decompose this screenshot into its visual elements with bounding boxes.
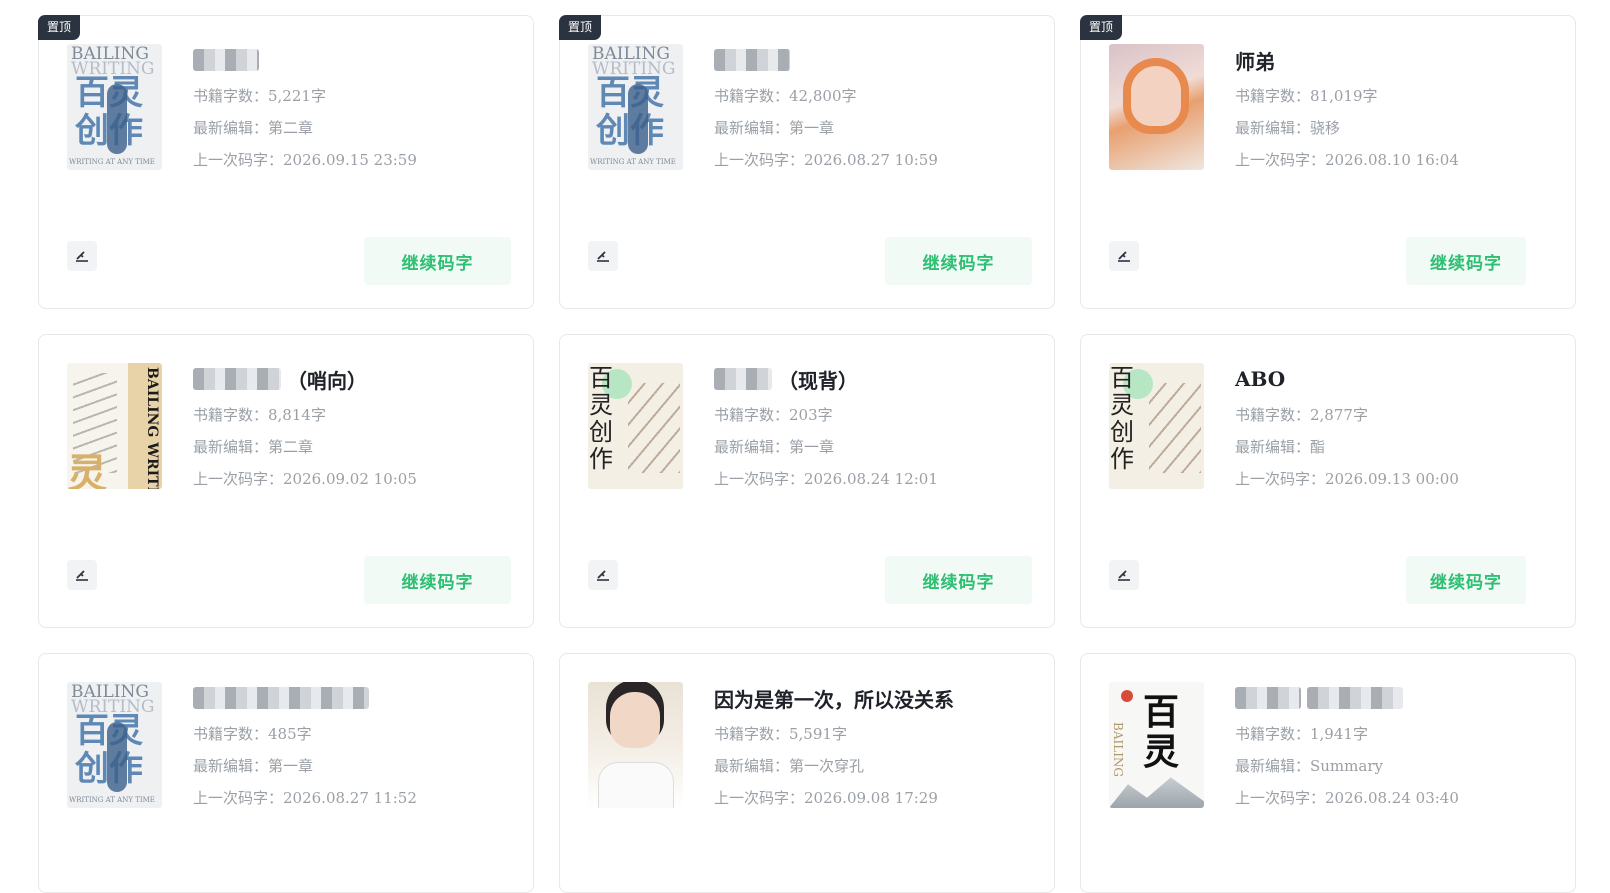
person-portrait-icon [610,692,660,748]
plum-branch-icon [628,383,680,473]
book-card[interactable]: BAILING WRITING 灵 （哨向） 书籍字数：8,814字 最新编辑：… [38,334,534,628]
word-count: 书籍字数：5,221字 [193,87,326,105]
latest-edit: 最新编辑：第二章 [193,438,314,456]
book-cover[interactable] [588,682,683,808]
latest-edit: 最新编辑：酯 [1235,438,1326,456]
word-count: 书籍字数：1,941字 [1235,725,1368,743]
book-card[interactable]: BAILING WRITING 百灵创作 WRITING AT ANY TIME… [38,653,534,893]
book-card[interactable]: 百灵创作 （现背） 书籍字数：203字 最新编辑：第一章 上一次码字：2026.… [559,334,1055,628]
book-card[interactable]: 因为是第一次，所以没关系 书籍字数：5,591字 最新编辑：第一次穿孔 上一次码… [559,653,1055,893]
book-cover[interactable]: 百灵 BAILING [1109,682,1204,808]
last-write-time: 上一次码字：2026.09.02 10:05 [193,470,417,488]
last-write-time: 上一次码字：2026.08.10 16:04 [1235,151,1459,169]
book-title[interactable]: ABO [1235,365,1285,393]
word-count: 书籍字数：42,800字 [714,87,857,105]
bird-icon [107,722,127,792]
last-write-time: 上一次码字：2026.08.24 03:40 [1235,789,1459,807]
book-cover[interactable]: 百灵创作 [588,363,683,489]
cover-title-cn: 百灵创作 [589,364,613,473]
mountain-icon [1109,777,1204,808]
latest-edit: 最新编辑：第一次穿孔 [714,757,865,775]
book-title[interactable] [193,684,375,712]
last-write-time: 上一次码字：2026.08.24 12:01 [714,470,938,488]
book-title[interactable] [193,46,265,74]
sun-icon [1121,690,1133,702]
pinned-badge: 置顶 [1080,15,1123,40]
latest-edit: 最新编辑：第一章 [714,438,835,456]
continue-writing-button[interactable]: 继续码字 [885,556,1032,604]
book-card[interactable]: 置顶 师弟 书籍字数：81,019字 最新编辑：骁移 上一次码字：2026.08… [1080,15,1576,309]
cover-title-cn: 百灵 [1143,691,1180,773]
latest-edit: 最新编辑：第一章 [193,757,314,775]
book-card[interactable]: 百灵 BAILING 书籍字数：1,941字 最新编辑：Summary 上一次码… [1080,653,1576,893]
last-write-time: 上一次码字：2026.09.13 00:00 [1235,470,1459,488]
bird-icon [628,84,648,154]
last-write-time: 上一次码字：2026.09.15 23:59 [193,151,417,169]
book-cover[interactable]: 百灵创作 [1109,363,1204,489]
word-count: 书籍字数：485字 [193,725,312,743]
word-count: 书籍字数：8,814字 [193,406,326,424]
last-write-time: 上一次码字：2026.08.27 11:52 [193,789,417,807]
pinned-badge: 置顶 [559,15,602,40]
book-title[interactable]: 师弟 [1235,46,1275,74]
last-write-time: 上一次码字：2026.09.08 17:29 [714,789,938,807]
book-card[interactable]: 百灵创作 ABO 书籍字数：2,877字 最新编辑：酯 上一次码字：2026.0… [1080,334,1576,628]
book-card[interactable]: 置顶 BAILING WRITING 百灵创作 WRITING AT ANY T… [38,15,534,309]
continue-writing-button[interactable]: 继续码字 [885,237,1032,285]
book-title[interactable] [714,46,796,74]
book-cover[interactable]: BAILING WRITING 灵 [67,363,162,489]
shirt-icon [598,762,674,808]
latest-edit: 最新编辑：第二章 [193,119,314,137]
word-count: 书籍字数：81,019字 [1235,87,1378,105]
continue-writing-button[interactable]: 继续码字 [364,556,511,604]
cover-tagline: WRITING AT ANY TIME [69,796,155,804]
word-count: 书籍字数：2,877字 [1235,406,1368,424]
cover-title-cn: 灵 [67,450,107,489]
continue-writing-button[interactable]: 继续码字 [1406,237,1526,285]
latest-edit: 最新编辑：骁移 [1235,119,1341,137]
cover-title-cn: 百灵创作 [1110,364,1134,473]
edit-icon[interactable] [1109,560,1139,590]
latest-edit: 最新编辑：Summary [1235,757,1383,775]
edit-icon[interactable] [1109,241,1139,271]
cover-side-text: BAILING [1111,722,1125,778]
cover-tagline: WRITING AT ANY TIME [590,158,676,166]
edit-icon[interactable] [588,241,618,271]
last-write-time: 上一次码字：2026.08.27 10:59 [714,151,938,169]
book-title[interactable]: （哨向） [193,365,367,393]
cover-tagline: WRITING AT ANY TIME [69,158,155,166]
book-card[interactable]: 置顶 BAILING WRITING 百灵创作 WRITING AT ANY T… [559,15,1055,309]
pinned-badge: 置顶 [38,15,81,40]
latest-edit: 最新编辑：第一章 [714,119,835,137]
book-title[interactable]: （现背） [714,365,858,393]
book-cover[interactable]: BAILING WRITING 百灵创作 WRITING AT ANY TIME [588,44,683,170]
word-count: 书籍字数：203字 [714,406,833,424]
edit-icon[interactable] [67,560,97,590]
book-title[interactable]: 因为是第一次，所以没关系 [714,684,954,712]
book-cover[interactable] [1109,44,1204,170]
plum-branch-icon [1149,383,1201,473]
word-count: 书籍字数：5,591字 [714,725,847,743]
book-title[interactable] [1235,684,1409,712]
cover-title-en: BAILING WRITING [144,367,160,489]
bird-icon [107,84,127,154]
character-portrait-icon [1131,66,1181,126]
book-cover[interactable]: BAILING WRITING 百灵创作 WRITING AT ANY TIME [67,682,162,808]
continue-writing-button[interactable]: 继续码字 [1406,556,1526,604]
edit-icon[interactable] [588,560,618,590]
continue-writing-button[interactable]: 继续码字 [364,237,511,285]
book-cover[interactable]: BAILING WRITING 百灵创作 WRITING AT ANY TIME [67,44,162,170]
edit-icon[interactable] [67,241,97,271]
